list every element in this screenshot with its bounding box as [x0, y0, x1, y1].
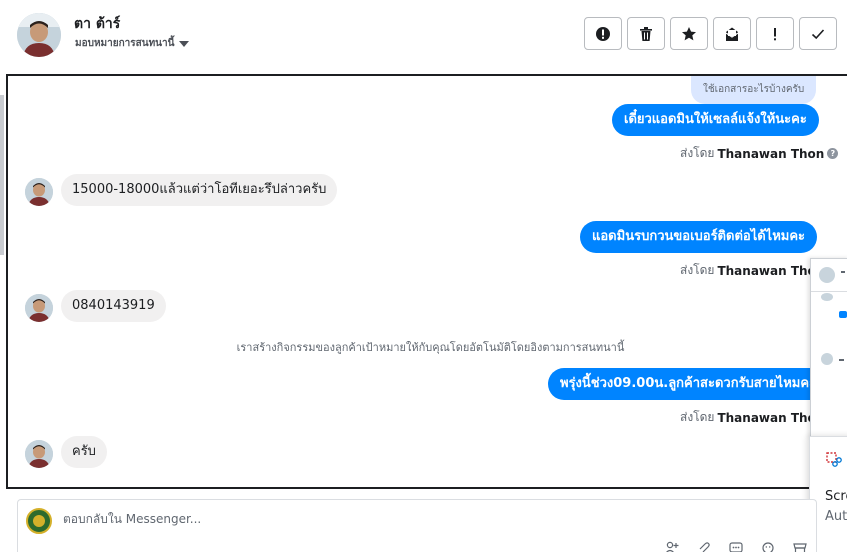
- sent-by-label: ส่งโดย Thanawan Thon: [680, 408, 824, 427]
- shop-icon[interactable]: [791, 541, 809, 552]
- sent-by-prefix: ส่งโดย: [680, 263, 715, 277]
- mark-done-button[interactable]: [799, 17, 837, 50]
- previous-message-bubble: ใช้เอกสารอะไรบ้างครับ: [691, 76, 817, 104]
- emoji-icon[interactable]: [759, 541, 777, 552]
- envelope-icon: [725, 27, 739, 41]
- outgoing-message[interactable]: พรุ่งนี้ช่วง09.00น.ลูกค้าสะดวกรับสายไหมค…: [548, 368, 829, 400]
- preview-avatar: [821, 293, 833, 301]
- outgoing-message[interactable]: แอดมินรบกวนขอเบอร์ติดต่อได้ไหมคะ: [580, 221, 818, 253]
- header-actions: [584, 17, 837, 50]
- contact-avatar[interactable]: [17, 13, 61, 57]
- conversation-thread[interactable]: ใช้เอกสารอะไรบ้างครับ เดี๋ยวแอดมินให้เซล…: [6, 74, 847, 489]
- incoming-message[interactable]: 0840143919: [61, 290, 166, 322]
- star-button[interactable]: [670, 17, 708, 50]
- incoming-message[interactable]: ครับ: [61, 436, 107, 468]
- sent-by-prefix: ส่งโดย: [680, 410, 715, 424]
- preview-text-line: [841, 271, 845, 273]
- sent-by-name[interactable]: Thanawan Thon: [717, 264, 824, 278]
- report-spam-button[interactable]: [584, 17, 622, 50]
- checkmark-icon: [811, 28, 825, 39]
- outgoing-message[interactable]: เดี๋ยวแอดมินให้เซลล์แจ้งให้นะคะ: [612, 104, 819, 136]
- sent-by-label: ส่งโดย Thanawan Thon: [680, 261, 824, 280]
- follow-up-button[interactable]: [756, 17, 794, 50]
- page-logo-avatar: [26, 508, 52, 534]
- composer-toolbar: [663, 541, 809, 552]
- preview-text-line: [839, 359, 844, 361]
- delete-button[interactable]: [627, 17, 665, 50]
- sent-by-prefix: ส่งโดย: [680, 146, 715, 160]
- preview-avatar: [819, 267, 835, 283]
- sent-by-label: ส่งโดย Thanawan Thon ?: [680, 144, 839, 163]
- contact-avatar-small[interactable]: [25, 440, 53, 468]
- toast-subtitle: Aut: [825, 509, 847, 524]
- caret-down-icon: [179, 41, 190, 47]
- mark-unread-button[interactable]: [713, 17, 751, 50]
- attachment-icon[interactable]: [695, 541, 713, 552]
- contact-avatar-small[interactable]: [25, 294, 53, 322]
- reply-composer: [17, 499, 817, 552]
- sent-by-name[interactable]: Thanawan Thon: [717, 147, 824, 161]
- system-notice: เราสร้างกิจกรรมของลูกค้าเป้าหมายให้กับคุ…: [236, 341, 625, 354]
- exclamation-icon: [774, 27, 776, 40]
- contact-avatar-small[interactable]: [25, 178, 53, 206]
- snipping-tool-icon: [826, 452, 842, 467]
- saved-replies-icon[interactable]: [727, 541, 745, 552]
- preview-outgoing-bubble: [839, 311, 847, 318]
- alert-circle-icon: [596, 26, 610, 41]
- left-scrollbar[interactable]: [0, 95, 4, 255]
- trash-icon: [640, 26, 652, 41]
- contact-name: ตา ต้าร์: [74, 16, 121, 32]
- preview-divider: [811, 291, 847, 292]
- help-icon[interactable]: ?: [827, 148, 839, 159]
- floating-chat-preview[interactable]: [810, 258, 847, 438]
- reply-input[interactable]: [63, 512, 663, 526]
- incoming-message[interactable]: 15000-18000แล้วแต่ว่าโอทีเยอะรึปล่าวครับ: [61, 174, 338, 206]
- star-icon: [682, 26, 696, 40]
- sent-by-name[interactable]: Thanawan Thon: [717, 411, 824, 425]
- assign-conversation-dropdown[interactable]: มอบหมายการสนทนานี้: [75, 36, 190, 51]
- preview-avatar: [821, 353, 833, 365]
- add-person-icon[interactable]: [663, 541, 681, 552]
- assign-label: มอบหมายการสนทนานี้: [75, 38, 175, 49]
- conversation-header: ตา ต้าร์ มอบหมายการสนทนานี้: [0, 0, 847, 74]
- messenger-inbox-page: ตา ต้าร์ มอบหมายการสนทนานี้ ใช้เอกสารอะไ…: [0, 0, 847, 552]
- toast-title: Scre: [825, 489, 847, 504]
